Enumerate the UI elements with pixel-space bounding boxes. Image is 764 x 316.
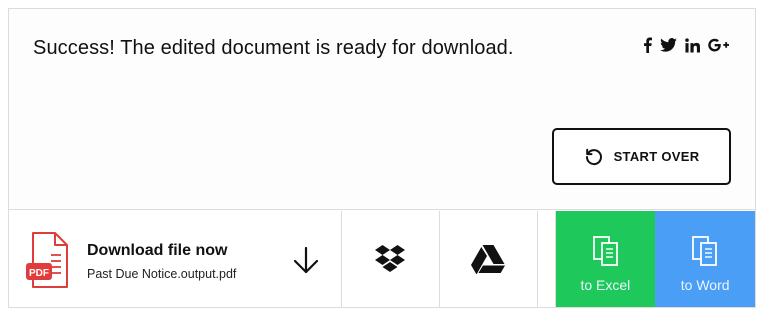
- start-over-label: START OVER: [613, 149, 700, 164]
- convert-to-word-button[interactable]: to Word: [655, 211, 755, 307]
- start-over-button[interactable]: START OVER: [552, 128, 731, 185]
- pdf-badge-label: PDF: [29, 268, 49, 279]
- pdf-file-icon: PDF: [26, 232, 68, 288]
- restart-icon: [585, 148, 602, 165]
- twitter-icon[interactable]: [660, 38, 677, 52]
- arrow-down-icon: [293, 246, 319, 274]
- dropbox-button[interactable]: [342, 211, 440, 307]
- social-share-bar: [643, 37, 729, 53]
- download-title: Download file now: [87, 242, 228, 259]
- google-plus-icon[interactable]: [708, 38, 729, 52]
- facebook-icon[interactable]: [643, 37, 652, 53]
- document-copy-icon: [692, 236, 718, 266]
- action-bar: PDF Download file now Past Due Notice.ou…: [9, 211, 755, 307]
- download-card: Success! The edited document is ready fo…: [8, 8, 756, 308]
- document-copy-icon: [592, 236, 618, 266]
- download-filename: Past Due Notice.output.pdf: [87, 267, 237, 281]
- dropbox-icon: [375, 245, 406, 272]
- success-message: Success! The edited document is ready fo…: [33, 37, 514, 59]
- download-file-button[interactable]: PDF Download file now Past Due Notice.ou…: [9, 211, 343, 307]
- convert-excel-label: to Excel: [580, 277, 631, 293]
- linkedin-icon[interactable]: [685, 37, 700, 53]
- google-drive-icon: [471, 245, 506, 274]
- convert-to-excel-button[interactable]: to Excel: [555, 211, 656, 307]
- top-panel: Success! The edited document is ready fo…: [9, 9, 755, 210]
- google-drive-button[interactable]: [440, 211, 538, 307]
- convert-word-label: to Word: [680, 277, 730, 293]
- divider-spacer: [538, 211, 556, 307]
